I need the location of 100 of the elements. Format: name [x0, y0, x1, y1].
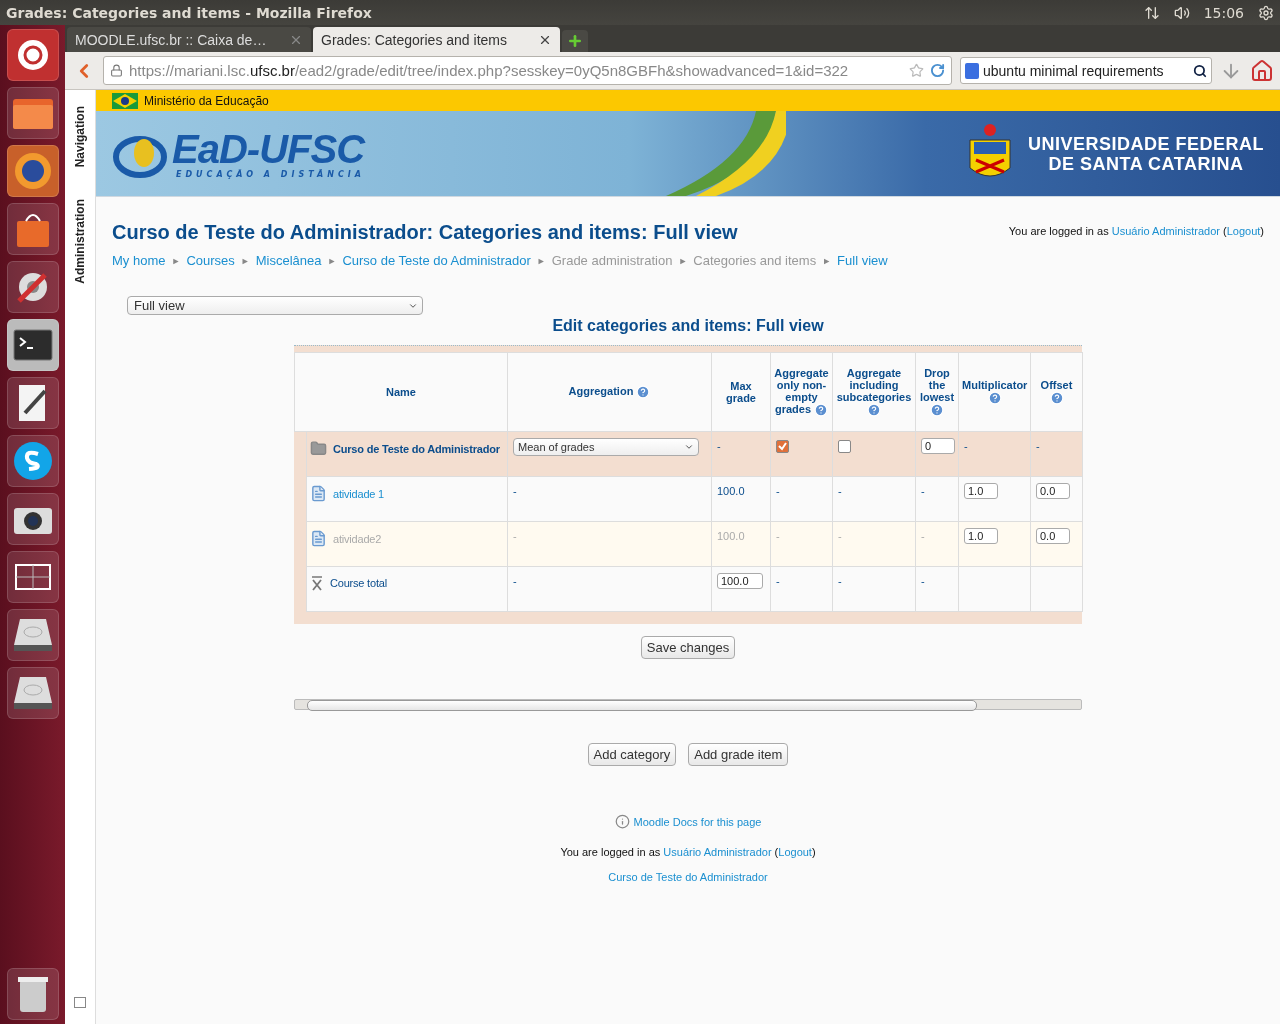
gov-label: Ministério da Educação	[144, 93, 269, 108]
value-field[interactable]: 100.0	[717, 573, 763, 589]
dock-icon[interactable]	[74, 997, 86, 1008]
breadcrumb-link[interactable]: Full view	[837, 253, 888, 268]
logout-link[interactable]: Logout	[1226, 225, 1261, 237]
aggregation-select[interactable]: Mean of grades	[513, 438, 699, 456]
globe-icon[interactable]	[12, 151, 53, 191]
cell-text: -	[717, 440, 721, 452]
breadcrumb-separator: ►	[240, 255, 250, 266]
search-engine-icon[interactable]	[965, 62, 979, 79]
cell-text: -	[921, 575, 925, 587]
value-field[interactable]: 1.0	[964, 483, 998, 499]
logout-link[interactable]: Logout	[778, 846, 812, 858]
logo-text: EaD-UFSC	[172, 128, 365, 170]
reload-icon[interactable]	[930, 63, 945, 78]
breadcrumb-link[interactable]: My home	[112, 253, 166, 268]
side-tab[interactable]: Administration	[73, 199, 87, 284]
column-header: Aggregate including subcategories	[832, 352, 916, 432]
document-icon	[310, 530, 327, 547]
hard-drive-icon[interactable]	[11, 617, 54, 653]
chat-bubble-icon[interactable]	[11, 440, 54, 482]
column-header: Name	[294, 352, 508, 432]
breadcrumb-link[interactable]: Courses	[186, 253, 235, 268]
item-name: Curso de Teste do Administrador	[333, 442, 500, 455]
cell-text: 100.0	[717, 530, 745, 542]
checkbox[interactable]	[776, 440, 789, 453]
login-info: You are logged in as Usuário Administrador (Logout)	[1008, 225, 1264, 237]
document-icon	[310, 485, 327, 502]
cell-text: -	[513, 485, 517, 497]
help-icon[interactable]	[867, 403, 881, 418]
plus-icon[interactable]	[567, 33, 583, 49]
save-changes-button[interactable]: Save changes	[640, 636, 736, 659]
cell-text: -	[921, 485, 925, 497]
browser-tab[interactable]: MOODLE.ufsc.br :: Caixa de…	[67, 27, 311, 52]
cell-text: 100.0	[717, 485, 745, 497]
window-title: Grades: Categories and items - Mozilla Firefox	[6, 4, 373, 21]
browser-tab[interactable]: Grades: Categories and items	[313, 27, 560, 52]
workspace-grid-icon[interactable]	[14, 564, 51, 590]
course-link[interactable]: Curso de Teste do Administrador	[608, 871, 768, 883]
terminal-icon[interactable]	[12, 329, 53, 361]
breadcrumb-separator: ►	[536, 255, 546, 266]
search-field[interactable]: ubuntu minimal requirements	[960, 57, 1212, 84]
value-field[interactable]: 0.0	[1036, 528, 1070, 544]
cell-text: -	[964, 440, 968, 452]
column-header: Aggregation	[507, 352, 712, 432]
info-icon	[614, 814, 630, 829]
home-icon[interactable]	[1250, 58, 1274, 83]
power-gear-icon[interactable]	[1258, 4, 1274, 21]
footer-login-info: You are logged in as Usuário Administrador (Logout)	[560, 846, 816, 858]
help-icon[interactable]	[930, 403, 944, 418]
cell-text: -	[838, 485, 842, 497]
cell-text: -	[838, 575, 842, 587]
volume-icon[interactable]	[1173, 4, 1190, 21]
breadcrumb-link[interactable]: Curso de Teste do Administrador	[342, 253, 531, 268]
new-tab-button[interactable]	[562, 30, 588, 52]
help-icon[interactable]	[1049, 391, 1064, 406]
university-name: DE SANTA CATARINA	[1048, 153, 1244, 174]
breadcrumb-link[interactable]: Miscelânea	[255, 253, 322, 268]
cell-text: -	[1036, 440, 1040, 452]
help-icon[interactable]	[987, 391, 1002, 406]
cell-text: -	[776, 530, 780, 542]
horizontal-scrollbar[interactable]	[294, 699, 1082, 710]
cell-text: -	[838, 530, 842, 542]
side-tab[interactable]: Navigation	[73, 106, 87, 168]
star-icon[interactable]	[909, 63, 924, 78]
help-icon[interactable]	[636, 385, 651, 400]
value-field[interactable]: 0.0	[1036, 483, 1070, 499]
view-select[interactable]: Full view	[127, 296, 423, 315]
item-name[interactable]: atividade 1	[333, 487, 384, 500]
cell-text: -	[921, 530, 925, 542]
add-button[interactable]: Add grade item	[688, 743, 789, 766]
url-field[interactable]: https://mariani.lsc.ufsc.br/ead2/grade/edit/tree/index.php?sesskey=0yQ5n8GBFh&showadvanced=1&id=322	[103, 56, 952, 85]
trash-icon[interactable]	[15, 974, 50, 1014]
help-icon[interactable]	[814, 403, 829, 418]
table-title: Edit categories and items: Full view	[551, 317, 825, 335]
search-icon[interactable]	[1193, 63, 1207, 78]
clock[interactable]: 15:06	[1203, 4, 1244, 21]
breadcrumb-text: Categories and items	[693, 253, 817, 268]
cell-text: -	[513, 575, 517, 587]
checkbox[interactable]	[838, 440, 851, 453]
column-header: Drop the lowest	[915, 352, 959, 432]
user-link[interactable]: Usuário Administrador	[663, 846, 772, 858]
column-header: Multiplicator	[958, 352, 1031, 432]
value-field[interactable]: 0	[921, 438, 955, 454]
breadcrumb-separator: ►	[822, 255, 832, 266]
column-header: Aggregate only non-empty grades	[770, 352, 833, 432]
logo-subtitle: EDUCAÇÃO A DISTÂNCIA	[175, 170, 365, 179]
value-field[interactable]: 1.0	[964, 528, 998, 544]
column-header: Offset	[1030, 352, 1083, 432]
docs-link[interactable]: Moodle Docs for this page	[633, 815, 762, 828]
hard-drive-icon[interactable]	[11, 675, 54, 711]
add-button[interactable]: Add category	[587, 743, 677, 766]
user-link[interactable]: Usuário Administrador	[1111, 225, 1220, 237]
column-header: Max grade	[711, 352, 771, 432]
network-icon[interactable]	[1143, 4, 1160, 21]
cell-text: -	[776, 485, 780, 497]
circle-logo-icon[interactable]	[15, 38, 50, 72]
university-name: UNIVERSIDADE FEDERAL	[1027, 133, 1264, 154]
breadcrumb-separator: ►	[171, 255, 181, 266]
breadcrumb-separator: ►	[678, 255, 688, 266]
